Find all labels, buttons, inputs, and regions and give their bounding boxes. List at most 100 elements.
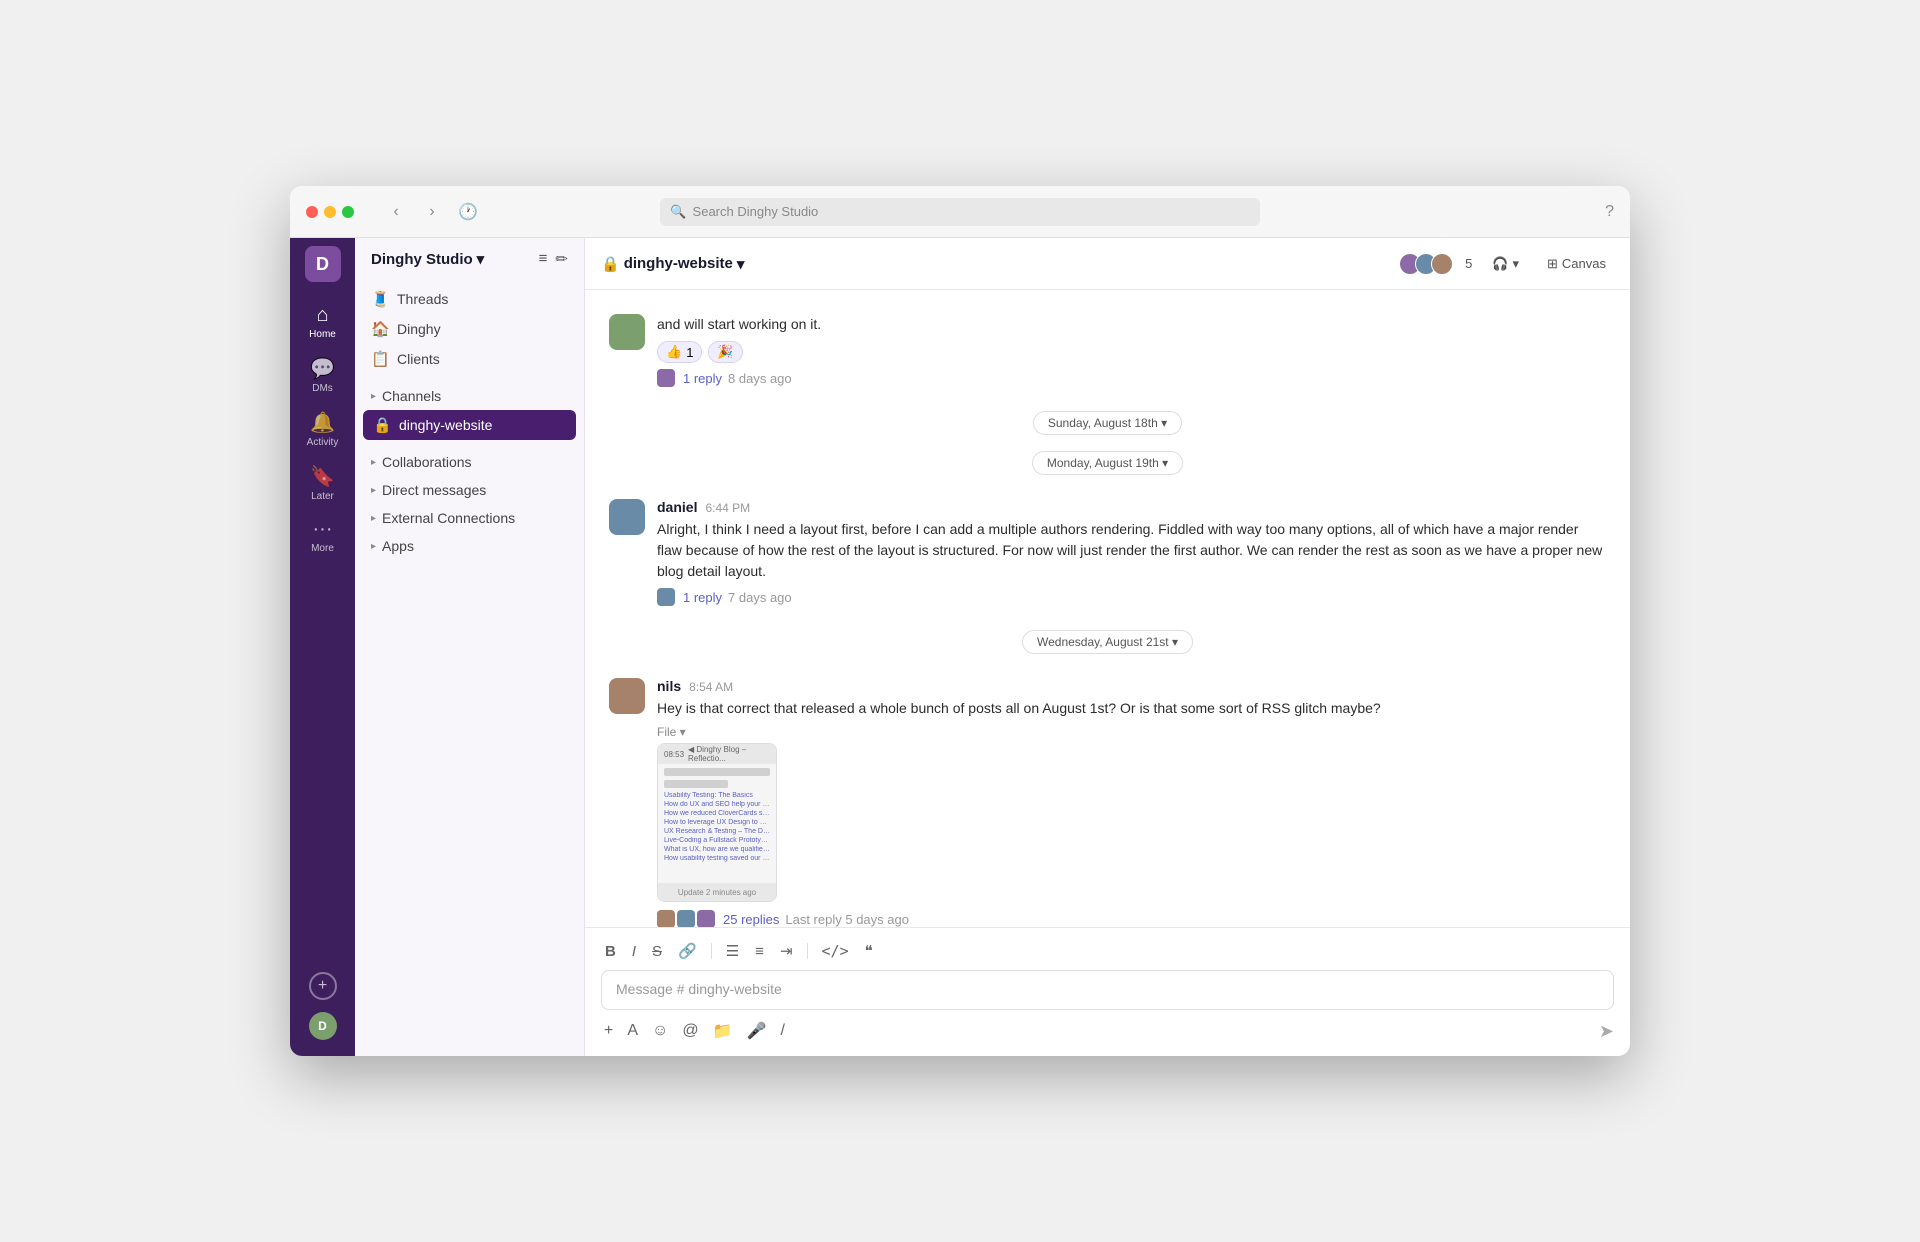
expand-arrow-icon: ▸	[371, 391, 376, 402]
screenshot-link: UX Research & Testing – The Dinghy Way	[664, 828, 770, 835]
font-button[interactable]: A	[624, 1019, 641, 1043]
history-button[interactable]: 🕐	[454, 198, 482, 226]
search-bar[interactable]: 🔍 Search Dinghy Studio	[660, 198, 1260, 226]
screenshot-link: How we reduced CloverCards support ticke…	[664, 810, 770, 817]
threads-icon: 🧵	[371, 290, 389, 308]
message-input[interactable]: Message # dinghy-website	[601, 970, 1614, 1010]
mention-button[interactable]: @	[679, 1019, 701, 1043]
dinghy-website-label: dinghy-website	[399, 417, 492, 433]
sidebar-section-channels: ▸ Channels 🔒 dinghy-website	[355, 378, 584, 444]
more-icon: ···	[313, 518, 333, 541]
screenshot-row	[664, 768, 770, 776]
sidebar-item-activity[interactable]: 🔔 Activity	[295, 404, 351, 454]
dms-icon: 💬	[310, 356, 335, 381]
screenshot-link: Live-Coding a Fullstack Prototype – Epis…	[664, 837, 770, 844]
reply-link-daniel[interactable]: 1 reply 7 days ago	[657, 588, 1606, 606]
maximize-button[interactable]	[342, 206, 354, 218]
home-icon: ⌂	[316, 304, 328, 327]
file-attachment[interactable]: 08:53 ◀ Dinghy Blog – Reflectio... Usabi…	[657, 743, 777, 902]
date-divider-wednesday: Wednesday, August 21st ▾	[609, 630, 1606, 654]
avatar	[609, 314, 645, 350]
clients-label: Clients	[397, 351, 440, 367]
reply-avatar	[657, 588, 675, 606]
send-button[interactable]: ➤	[1599, 1021, 1614, 1042]
expand-arrow-apps-icon: ▸	[371, 541, 376, 552]
forward-button[interactable]: ›	[418, 198, 446, 226]
sidebar-item-dms[interactable]: 💬 DMs	[295, 350, 351, 400]
sidebar-item-dinghy-website[interactable]: 🔒 dinghy-website	[363, 410, 576, 440]
workspace-title[interactable]: Dinghy Studio ▾	[371, 250, 484, 268]
collaborations-expander[interactable]: ▸ Collaborations	[355, 448, 584, 476]
reactions: 👍 1 🎉	[657, 341, 1606, 363]
member-avatars[interactable]	[1399, 253, 1453, 275]
message-text: Alright, I think I need a layout first, …	[657, 519, 1606, 582]
expand-arrow-ext-icon: ▸	[371, 513, 376, 524]
bullet-list-button[interactable]: ☰	[722, 940, 743, 962]
message-header: nils 8:54 AM	[657, 678, 1606, 694]
avatar	[609, 499, 645, 535]
compose-icon[interactable]: ✏	[555, 250, 568, 268]
sidebar-item-clients[interactable]: 📋 Clients	[355, 344, 584, 374]
workspace-icon[interactable]: D	[305, 246, 341, 282]
filter-icon[interactable]: ≡	[539, 250, 548, 268]
reply-link-nils[interactable]: 25 replies Last reply 5 days ago	[657, 910, 1606, 927]
sidebar-item-home[interactable]: ⌂ Home	[295, 298, 351, 346]
reply-avatar-1	[657, 910, 675, 927]
slash-button[interactable]: /	[777, 1019, 787, 1043]
collaborations-label: Collaborations	[382, 454, 472, 470]
date-pill[interactable]: Sunday, August 18th ▾	[1033, 411, 1182, 435]
minimize-button[interactable]	[324, 206, 336, 218]
add-workspace-button[interactable]: +	[309, 972, 337, 1000]
canvas-button[interactable]: ⊞ Canvas	[1539, 252, 1614, 276]
reply-count[interactable]: 1 reply	[683, 371, 722, 386]
apps-expander[interactable]: ▸ Apps	[355, 532, 584, 560]
reaction-thumbsup[interactable]: 👍 1	[657, 341, 702, 363]
emoji-button[interactable]: ☺	[649, 1019, 671, 1043]
bold-button[interactable]: B	[601, 941, 620, 962]
sidebar-item-threads[interactable]: 🧵 Threads	[355, 284, 584, 314]
channels-expander[interactable]: ▸ Channels	[355, 382, 584, 410]
indent-button[interactable]: ⇥	[776, 940, 797, 962]
numbered-list-button[interactable]: ≡	[751, 941, 768, 962]
attach-button[interactable]: 📁	[710, 1018, 736, 1044]
strikethrough-button[interactable]: S	[648, 941, 666, 962]
sidebar-item-more[interactable]: ··· More	[295, 512, 351, 560]
message-body-nils: nils 8:54 AM Hey is that correct that re…	[657, 678, 1606, 927]
italic-button[interactable]: I	[628, 941, 640, 962]
date-pill-wednesday[interactable]: Wednesday, August 21st ▾	[1022, 630, 1193, 654]
date-pill-monday[interactable]: Monday, August 19th ▾	[1032, 451, 1183, 475]
message-time: 6:44 PM	[705, 501, 750, 515]
add-button[interactable]: +	[601, 1019, 616, 1043]
list-item: daniel 6:44 PM Alright, I think I need a…	[585, 491, 1630, 614]
reply-count[interactable]: 1 reply	[683, 590, 722, 605]
message-author: daniel	[657, 499, 697, 515]
external-connections-expander[interactable]: ▸ External Connections	[355, 504, 584, 532]
blockquote-button[interactable]: ❝	[861, 940, 877, 962]
reaction-tada[interactable]: 🎉	[708, 341, 742, 363]
link-button[interactable]: 🔗	[674, 940, 701, 962]
sidebar-item-dinghy[interactable]: 🏠 Dinghy	[355, 314, 584, 344]
headphone-button[interactable]: 🎧 ▾	[1484, 252, 1527, 276]
reply-link[interactable]: 1 reply 8 days ago	[657, 369, 1606, 387]
channel-name[interactable]: 🔒 dinghy-website ▾	[601, 255, 744, 273]
direct-messages-expander[interactable]: ▸ Direct messages	[355, 476, 584, 504]
user-avatar[interactable]: D	[309, 1012, 337, 1040]
help-button[interactable]: ?	[1605, 203, 1614, 221]
sidebar-item-later[interactable]: 🔖 Later	[295, 458, 351, 508]
reply-avatar-3	[697, 910, 715, 927]
close-button[interactable]	[306, 206, 318, 218]
file-label[interactable]: File ▾	[657, 725, 1606, 739]
direct-messages-label: Direct messages	[382, 482, 486, 498]
reply-count[interactable]: 25 replies	[723, 912, 779, 927]
titlebar-navigation: ‹ › 🕐	[382, 198, 482, 226]
back-button[interactable]: ‹	[382, 198, 410, 226]
audio-button[interactable]: 🎤	[744, 1018, 770, 1044]
file-screenshot: 08:53 ◀ Dinghy Blog – Reflectio... Usabi…	[658, 744, 776, 901]
message-header: daniel 6:44 PM	[657, 499, 1606, 515]
canvas-icon: ⊞	[1547, 256, 1558, 272]
more-label: More	[311, 543, 334, 554]
input-actions: + A ☺ @ 📁 🎤 / ➤	[601, 1018, 1614, 1044]
member-avatar-3	[1431, 253, 1453, 275]
code-button[interactable]: </>	[818, 940, 853, 962]
sidebar-section-main: 🧵 Threads 🏠 Dinghy 📋 Clients	[355, 280, 584, 378]
